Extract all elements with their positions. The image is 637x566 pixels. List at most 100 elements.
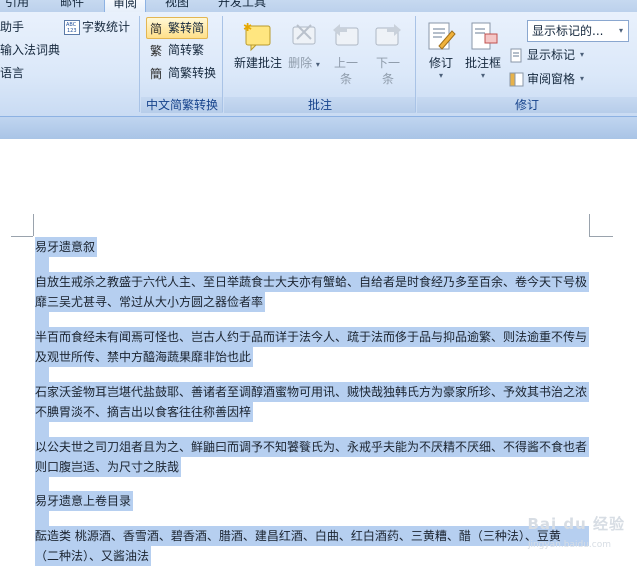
reviewing-pane-button[interactable]: 审阅窗格 ▾ [509, 69, 584, 89]
ribbon: 助手 输入法词典 语言 ABC 123 字数统计 简 繁转简 繁 简转繁 簡 简… [0, 12, 637, 117]
show-markup-button[interactable]: 显示标记 ▾ [509, 45, 584, 65]
group-label-tracking: 修订 [417, 97, 637, 113]
show-markup-label: 显示标记 [527, 48, 576, 62]
chinese-convert-label: 简繁转换 [168, 66, 217, 80]
chinese-convert-icon: 簡 [150, 66, 165, 81]
track-changes-caret: ▾ [438, 71, 443, 80]
word-count-icon: ABC 123 [64, 19, 80, 35]
next-comment-label-bottom: 条 [381, 72, 394, 86]
next-comment-label-top: 下一 [375, 56, 400, 70]
reviewing-pane-caret: ▾ [580, 74, 585, 83]
show-markup-icon [509, 48, 524, 63]
display-for-review-value: 显示标记的... [532, 24, 604, 38]
next-comment-icon [372, 20, 404, 52]
word-count-button[interactable]: ABC 123 字数统计 [64, 17, 130, 37]
tab-review[interactable]: 审阅 [104, 0, 147, 12]
group-chinese-conversion: 简 繁转简 繁 简转繁 簡 简繁转换 中文简繁转换 [141, 12, 223, 116]
delete-comment-label: 删除 ▾ [288, 56, 320, 70]
balloons-icon [467, 20, 499, 52]
paragraph-heading[interactable]: 易牙遗意上卷目录 [35, 491, 591, 526]
reviewing-pane-icon [509, 72, 524, 87]
balloons-label: 批注框 [464, 56, 501, 70]
research-label: 助手 [0, 20, 25, 34]
paragraph-line: 不腆胃淡不、摘吉出以食客往往称善因梓 [35, 402, 254, 422]
paragraph-title[interactable]: 易牙遗意叙 [35, 237, 591, 272]
research-button[interactable]: 助手 [0, 17, 24, 37]
balloons-button[interactable]: 批注框 ▾ [463, 20, 503, 80]
margin-mark-top-right [589, 236, 613, 237]
language-label: 语言 [0, 66, 25, 80]
tab-view[interactable]: 视图 [165, 0, 189, 12]
tab-references[interactable]: 引用 [5, 0, 29, 12]
trad-to-simp-label: 繁转简 [168, 21, 205, 35]
watermark-logo: Bai du 经验 [527, 515, 625, 533]
svg-text:簡: 簡 [150, 66, 162, 81]
new-comment-button[interactable]: ✱ 新建批注 [230, 20, 286, 71]
previous-comment-button[interactable]: 上一 条 [326, 20, 366, 87]
svg-text:123: 123 [67, 28, 77, 34]
svg-text:繁: 繁 [150, 43, 162, 58]
paragraph-line: 及观世所传、禁中方醯海蔬果靡非饴也此 [35, 347, 254, 367]
next-comment-button[interactable]: 下一 条 [368, 20, 408, 87]
show-markup-caret: ▾ [580, 50, 585, 59]
ime-dictionary-label: 输入法词典 [0, 43, 61, 57]
paragraph-line: 易牙遗意上卷目录 [35, 491, 134, 511]
tab-developer[interactable]: 开发工具 [218, 0, 266, 12]
paragraph-gap [35, 422, 49, 437]
margin-mark-top-left [33, 214, 34, 236]
language-button[interactable]: 语言 [0, 63, 24, 83]
previous-comment-icon [330, 20, 362, 52]
previous-comment-label-top: 上一 [333, 56, 358, 70]
paragraph-line: （二种法）、又酱油法 [35, 546, 152, 566]
paragraph-line: 易牙遗意叙 [35, 237, 98, 257]
chinese-convert-button[interactable]: 簡 简繁转换 [150, 63, 216, 83]
new-comment-label: 新建批注 [233, 56, 282, 70]
paragraph[interactable]: 以公夫世之司刀俎者且为之、鲜鼬曰而调予不知饕餮氏为、永戒乎夫能为不厌精不厌细、不… [35, 437, 591, 492]
paragraph-line: 半百而食经未有闻焉可怪也、岂古人约于品而详于法今人、疏于法而侈于品与抑品逾繁、则… [35, 327, 589, 347]
svg-text:✱: ✱ [243, 21, 252, 34]
delete-comment-icon [288, 20, 320, 52]
paragraph-gap [35, 477, 49, 492]
ribbon-tab-bar: 引用 邮件 审阅 视图 开发工具 [0, 0, 637, 12]
delete-comment-button[interactable]: 删除 ▾ [286, 20, 322, 73]
paragraph-line: 则口腹岂适、为尺寸之肤哉 [35, 457, 182, 477]
simp-to-trad-label: 简转繁 [168, 43, 205, 57]
trad-to-simp-button[interactable]: 简 繁转简 [146, 17, 209, 39]
previous-comment-label-bottom: 条 [339, 72, 352, 86]
new-comment-icon: ✱ [242, 20, 274, 52]
paragraph-gap [35, 367, 49, 382]
paragraph[interactable]: 半百而食经未有闻焉可怪也、岂古人约于品而详于法今人、疏于法而侈于品与抑品逾繁、则… [35, 327, 591, 382]
paragraph[interactable]: 自放生戒杀之教盛于六代人主、至日举蔬食士大夫亦有蟹蛤、自给者是时食经乃多至百余、… [35, 272, 591, 327]
paragraph-line: 靡三吴尤甚寻、常过从大小方圆之器俭者率 [35, 292, 266, 312]
paragraph[interactable]: 石家沃釜物耳岂堪代盐鼓耶、善诸者至调醇酒蜜物可用讯、贼快哉独韩氏方为豪家所珍、予… [35, 382, 591, 437]
group-tracking: 修订 ▾ 批注框 ▾ 显示标记的... ▾ 显示标记 ▾ 审阅窗格 ▾ 修订 [417, 12, 637, 116]
word-count-label: 字数统计 [82, 20, 131, 34]
document-page[interactable]: 易牙遗意叙 自放生戒杀之教盛于六代人主、至日举蔬食士大夫亦有蟹蛤、自给者是时食经… [0, 139, 637, 566]
paragraph-line: 酝造类 桃源酒、香雪酒、碧香酒、腊酒、建昌红酒、白曲、红白酒药、三黄糟、醋（三种… [35, 526, 589, 546]
ime-dictionary-button[interactable]: 输入法词典 [0, 40, 60, 60]
paragraph[interactable]: 酝造类 桃源酒、香雪酒、碧香酒、腊酒、建昌红酒、白曲、红白酒药、三黄糟、醋（三种… [35, 526, 591, 566]
balloons-caret: ▾ [480, 71, 485, 80]
track-changes-icon [425, 20, 457, 52]
simp-to-trad-icon: 繁 [150, 43, 165, 58]
margin-mark-top-left [11, 236, 33, 237]
paragraph-gap [35, 312, 49, 327]
simp-to-trad-button[interactable]: 繁 简转繁 [150, 40, 204, 60]
group-label-chinese-conversion: 中文简繁转换 [141, 97, 223, 113]
paragraph-line: 自放生戒杀之教盛于六代人主、至日举蔬食士大夫亦有蟹蛤、自给者是时食经乃多至百余、… [35, 272, 589, 292]
display-for-review-select[interactable]: 显示标记的... ▾ [527, 20, 629, 42]
paragraph-line: 石家沃釜物耳岂堪代盐鼓耶、善诸者至调醇酒蜜物可用讯、贼快哉独韩氏方为豪家所珍、予… [35, 382, 589, 402]
watermark-url: jingyan.baidu.com [527, 540, 611, 550]
trad-to-simp-icon: 简 [150, 21, 165, 36]
reviewing-pane-label: 审阅窗格 [527, 72, 576, 86]
group-label-comments: 批注 [224, 97, 416, 113]
group-comments: ✱ 新建批注 删除 ▾ 上一 条 下一 条 批注 [224, 12, 416, 116]
tab-mailings[interactable]: 邮件 [60, 0, 84, 12]
paragraph-gap [35, 511, 49, 526]
track-changes-label: 修订 [428, 56, 453, 70]
svg-text:简: 简 [150, 22, 162, 36]
paragraph-line: 以公夫世之司刀俎者且为之、鲜鼬曰而调予不知饕餮氏为、永戒乎夫能为不厌精不厌细、不… [35, 437, 589, 457]
margin-mark-top-right [589, 214, 590, 236]
track-changes-button[interactable]: 修订 ▾ [423, 20, 459, 80]
paragraph-gap [35, 257, 49, 272]
